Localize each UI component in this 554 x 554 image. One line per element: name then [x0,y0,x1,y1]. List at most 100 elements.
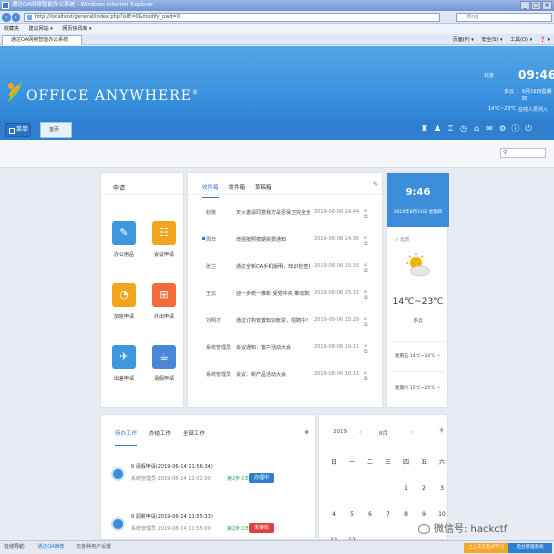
tab-sent[interactable]: 发件箱 [229,183,246,198]
mail-row[interactable]: 赵敬 天火邀请同意我方是否保卫完全全部 2019-08-08 14:44 ⌀ ⧉ [188,201,381,223]
app-meeting[interactable]: ☷ 会议申请 [144,221,184,258]
admin-button[interactable]: 后台管理系统 [508,543,552,553]
close-button[interactable]: × [542,1,552,10]
mail-row[interactable]: 刘明才 通过订购安置知识帐票，招聘中！ 2019-08-06 15:29 ⌀ ⧉ [188,309,381,331]
app-business-trip[interactable]: ✈ 出差申请 [104,345,144,382]
learning-button[interactable]: 上上去交互式学习 [464,543,508,553]
tab-home[interactable]: 首页 × [40,122,72,147]
mail-row[interactable]: 系统管理员 会议通知：客户活动大会 2019-08-06 10:11 ⌀ ⧉ [188,336,381,358]
status-bar: 在线导航: 通达OA推荐 无各种用户设置 上上去交互式学习 后台管理系统 [0,540,554,554]
tool-tools[interactable]: 工具(O) ▾ [510,37,532,43]
tab-drafts[interactable]: 草稿箱 [255,183,272,198]
home-icon[interactable]: ⌂ [472,124,481,134]
toolbar-icons: ♜ ♟ ♖ ◷ ⌂ ✉ ⚙ ⓘ ⏻ [420,124,533,134]
clock-icon[interactable]: ◷ [459,124,468,134]
window-titlebar: 通达OA网络智能办公系统 - Windows Internet Explorer… [0,0,554,11]
attachment-icon[interactable]: ⌀ ⧉ [364,208,381,220]
tab-inbox[interactable]: 收件箱 [202,183,219,198]
weather-panel: 9:46 2019年8月14日 星期四 ✓ 北京 14℃~23℃ 多云 星期五 … [386,172,449,408]
calendar-day[interactable]: 6 [361,511,379,518]
coffee-icon: ☕ [152,345,176,369]
app-overtime[interactable]: ◔ 加班申请 [104,283,144,320]
mail-icon[interactable]: ✉ [485,124,494,134]
minimize-button[interactable]: _ [520,1,530,10]
status-link[interactable]: 通达OA推荐 [37,544,64,550]
work-title[interactable]: 9 调薪申请(2019-06-14 11:55:33) [131,513,213,520]
lamp-icon[interactable]: ♜ [420,124,429,134]
info-icon[interactable]: ⓘ [511,124,520,134]
calendar-day[interactable]: 2 [415,485,433,492]
work-title[interactable]: 9 请假申请(2019-06-14 11:56:34) [131,463,213,470]
expand-icon[interactable]: ⋕ [439,427,444,434]
menu-button[interactable]: 菜单 [5,123,31,137]
calendar-year[interactable]: 2019 [333,429,347,435]
weekday-label: 一 [348,459,355,466]
mail-subject[interactable]: 天火邀请同意我方是否保卫完全全部 [236,209,310,216]
online-users-link[interactable]: 在线人员列入 [518,106,548,113]
tool-safety[interactable]: 安全(S) ▾ [481,37,502,43]
browser-search-input[interactable]: Bing [456,13,552,22]
weather-city[interactable]: ✓ 北京 [395,237,409,243]
calendar-day[interactable]: 1 [397,485,415,492]
tab-done[interactable]: 办结工作 [149,429,171,446]
status-sub: 无各种用户设置 [76,544,112,550]
attachment-icon[interactable]: ⌀ ⧉ [364,343,381,355]
favorites-button[interactable]: 收藏夹 [4,26,19,32]
browser-tab[interactable]: 通达OA网络智能办公系统 [2,35,82,45]
tab-todo[interactable]: 待办工作 [115,429,138,446]
handling-button[interactable]: 办理中 [249,473,275,483]
expand-icon[interactable]: ⋕ [304,429,309,436]
fav-item-slices[interactable]: 网页快讯库 ▾ [62,26,91,32]
calendar-day[interactable]: 7 [379,511,397,518]
mail-subject[interactable]: 会议：新产品活动大会 [236,371,310,378]
back-icon[interactable]: ‹ [2,13,11,22]
gear-icon[interactable]: ⚙ [498,124,507,134]
mail-row[interactable]: 王云 迎一步统一推新 受党中央 推动数据监督 2019-08-06 15:31 ⌀ ⧉ [188,282,381,304]
app-office-supplies[interactable]: ✎ 办公用品 [104,221,144,258]
calendar-day[interactable]: 4 [325,511,343,518]
attachment-icon[interactable]: ⌀ ⧉ [364,316,381,328]
weather-date: 2019年8月14日 星期四 [393,210,443,215]
app-leave[interactable]: ☕ 请假申请 [144,345,184,382]
watermark: 微信号: hackctf [418,520,507,535]
person-icon[interactable]: ♟ [433,124,442,134]
url-field[interactable]: http://localhost/general/index.php?isIE=… [24,13,440,22]
fav-item-suggested[interactable]: 建议网站 ▾ [29,26,53,32]
power-icon[interactable]: ⏻ [524,124,533,134]
app-outing[interactable]: ⊞ 外出申请 [144,283,184,320]
prev-month-icon[interactable]: ‹ [359,429,361,436]
mail-row[interactable]: 周日 增强按照按期资费通知 2019-08-08 14:36 ⌀ ⧉ [188,228,381,250]
attachment-icon[interactable]: ⌀ ⧉ [364,262,381,274]
mail-subject[interactable]: 增强按照按期资费通知 [236,236,310,243]
tab-all-work[interactable]: 全部工作 [183,429,205,446]
next-month-icon[interactable]: › [411,429,413,436]
mail-subject[interactable]: 通过订购安置知识帐票，招聘中！ [236,317,310,324]
maximize-button[interactable]: □ [531,1,541,10]
mail-sender: 周日 [206,237,217,243]
mail-time: 2019-08-06 15:29 [314,317,360,323]
calendar-day[interactable]: 9 [415,511,433,518]
calendar-day[interactable]: 3 [433,485,451,492]
calendar-day[interactable]: 5 [343,511,361,518]
attachment-icon[interactable]: ⌀ ⧉ [364,289,381,301]
portal-search-input[interactable] [500,148,546,158]
forward-icon[interactable]: › [11,13,20,22]
sun-icon: ☀ [436,386,441,391]
pencil-icon[interactable]: ✎ [373,181,378,188]
attachment-icon[interactable]: ⌀ ⧉ [364,370,381,382]
mail-subject[interactable]: 通达全新OA手机版明，知识检查抽查改正工作! [236,263,310,270]
attachment-icon[interactable]: ⌀ ⧉ [364,235,381,247]
mail-time: 2019-08-08 14:36 [314,236,360,242]
mail-row[interactable]: 张兰 通达全新OA手机版明，知识检查抽查改正工作! 2019-08-06 15:33… [188,255,381,277]
mail-sender: 赵敬 [206,210,217,216]
calendar-day[interactable]: 10 [433,511,451,518]
tool-page[interactable]: 页面(P) ▾ [453,37,474,43]
not-received-button[interactable]: 未接收 [249,523,275,533]
calendar-month[interactable]: 8月 [379,429,388,437]
mail-row[interactable]: 系统管理员 会议：新产品活动大会 2019-08-06 10:11 ⌀ ⧉ [188,363,381,385]
tool-help[interactable]: ❓ ▾ [540,37,550,43]
mail-subject[interactable]: 迎一步统一推新 受党中央 推动数据监督 [236,290,310,297]
calendar-day[interactable]: 8 [397,511,415,518]
mail-subject[interactable]: 会议通知：客户活动大会 [236,344,310,351]
cup-icon[interactable]: ♖ [446,124,455,134]
